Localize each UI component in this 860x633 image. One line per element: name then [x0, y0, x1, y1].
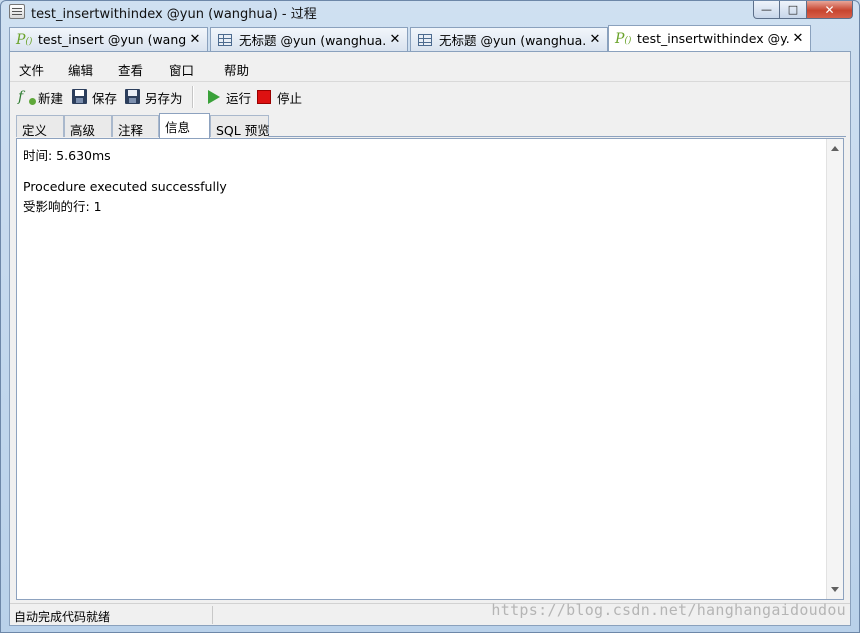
run-icon [206, 89, 222, 105]
save-as-button[interactable]: 另存为 [125, 87, 183, 107]
new-label: 新建 [38, 90, 64, 106]
app-window: test_insertwithindex @yun (wanghua) - 过程… [0, 0, 860, 633]
execution-time-line: 时间: 5.630ms [23, 148, 111, 163]
stop-label: 停止 [277, 90, 303, 106]
status-text: 自动完成代码就绪 [14, 610, 111, 624]
menu-edit[interactable]: 编辑 [68, 60, 93, 79]
window-controls: — □ ✕ [753, 1, 853, 19]
save-button[interactable]: 保存 [72, 87, 117, 107]
save-as-icon [125, 89, 141, 105]
affected-rows-line: 受影响的行: 1 [23, 199, 102, 214]
menu-bar: 文件 编辑 查看 窗口 帮助 [10, 52, 850, 82]
title-bar: test_insertwithindex @yun (wanghua) - 过程… [1, 1, 859, 23]
tab-advanced[interactable]: 高级 [64, 115, 112, 138]
tab-sql-preview[interactable]: SQL 预览 [210, 115, 270, 138]
inner-tab-bar: 定义 高级 注释 信息 SQL 预览 [16, 113, 846, 138]
doc-tab-label: 无标题 @yun (wanghua... [439, 33, 587, 48]
close-tab-icon[interactable]: ✕ [587, 32, 603, 47]
status-separator [212, 606, 213, 624]
doc-tab-untitled-1[interactable]: 无标题 @yun (wanghua... ✕ [210, 27, 408, 51]
doc-tab-test-insertwithindex[interactable]: P() test_insertwithindex @y... ✕ [608, 25, 811, 51]
stop-button[interactable]: 停止 [257, 87, 302, 107]
result-message-line: Procedure executed successfully [23, 179, 227, 194]
table-icon [417, 32, 435, 48]
save-label: 保存 [92, 90, 118, 106]
doc-tab-label: test_insertwithindex @y... [637, 31, 790, 46]
window-title: test_insertwithindex @yun (wanghua) - 过程 [31, 7, 317, 22]
doc-tab-test-insert[interactable]: P() test_insert @yun (wang... ✕ [9, 27, 208, 51]
close-tab-icon[interactable]: ✕ [187, 32, 203, 47]
save-icon [72, 89, 88, 105]
doc-tab-label: test_insert @yun (wang... [38, 32, 187, 47]
minimize-button[interactable]: — [753, 1, 780, 19]
save-as-label: 另存为 [145, 90, 183, 106]
table-icon [217, 32, 235, 48]
menu-view[interactable]: 查看 [118, 60, 143, 79]
tab-definition[interactable]: 定义 [16, 115, 64, 138]
procedure-icon: P() [16, 31, 33, 48]
close-window-button[interactable]: ✕ [807, 1, 853, 19]
tab-info[interactable]: 信息 [159, 113, 210, 138]
new-function-icon: f [18, 89, 36, 105]
stop-icon [257, 89, 273, 105]
close-tab-icon[interactable]: ✕ [387, 32, 403, 47]
info-output-area[interactable]: 时间: 5.630ms Procedure executed successfu… [16, 138, 844, 600]
maximize-button[interactable]: □ [780, 1, 807, 19]
tab-comment[interactable]: 注释 [112, 115, 159, 138]
close-tab-icon[interactable]: ✕ [790, 31, 806, 46]
new-button[interactable]: f 新建 [18, 87, 63, 107]
scroll-up-icon[interactable] [831, 146, 839, 151]
run-button[interactable]: 运行 [206, 87, 251, 107]
doc-tab-label: 无标题 @yun (wanghua... [239, 33, 387, 48]
editor-panel: 文件 编辑 查看 窗口 帮助 f 新建 保存 另存为 运行 停止 定义 高级 注… [9, 51, 851, 626]
menu-file[interactable]: 文件 [19, 60, 44, 79]
app-notepad-icon [9, 4, 25, 19]
doc-tab-untitled-2[interactable]: 无标题 @yun (wanghua... ✕ [410, 27, 608, 51]
menu-help[interactable]: 帮助 [224, 60, 249, 79]
watermark: https://blog.csdn.net/hanghangaidoudou [491, 601, 846, 619]
scroll-down-icon[interactable] [831, 587, 839, 592]
vertical-scrollbar[interactable] [826, 139, 843, 599]
document-tab-bar: P() test_insert @yun (wang... ✕ 无标题 @yun… [9, 25, 851, 51]
procedure-icon: P() [615, 30, 632, 47]
menu-window[interactable]: 窗口 [169, 60, 194, 79]
toolbar-separator [192, 86, 193, 108]
toolbar: f 新建 保存 另存为 运行 停止 [10, 83, 850, 111]
run-label: 运行 [226, 90, 252, 106]
